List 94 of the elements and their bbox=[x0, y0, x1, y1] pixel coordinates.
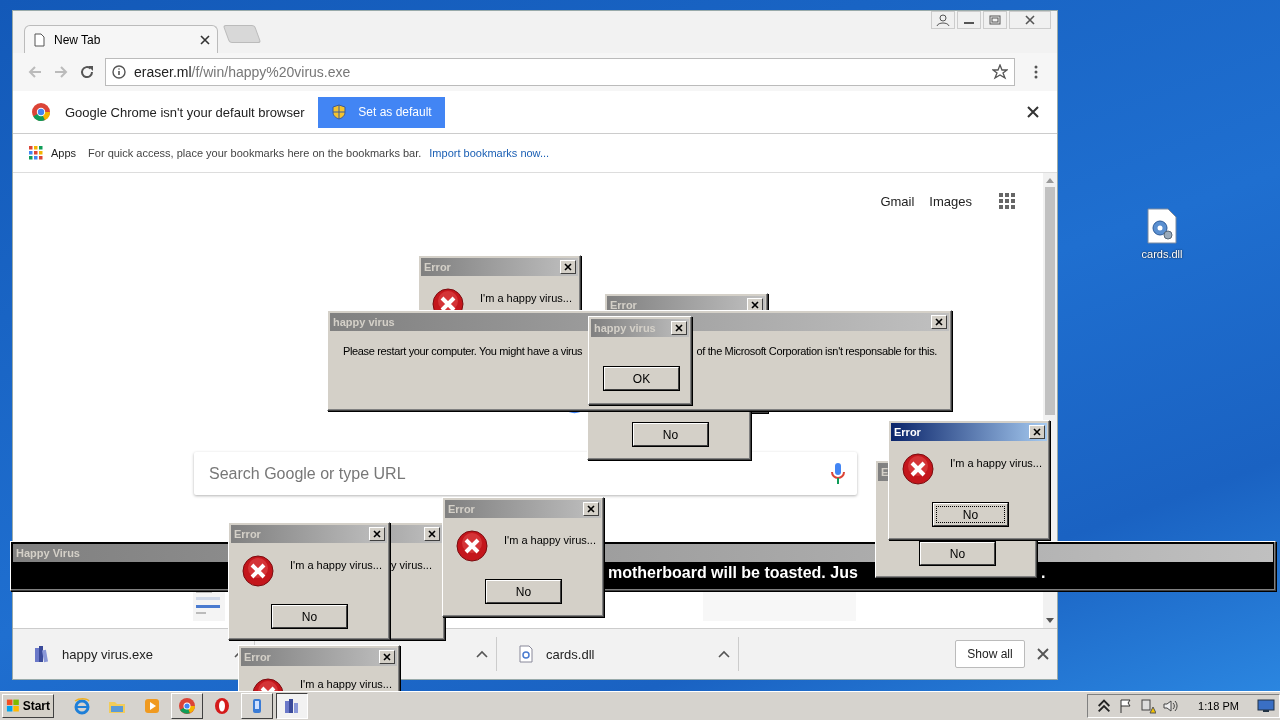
set-default-button[interactable]: Set as default bbox=[318, 96, 446, 128]
reload-icon[interactable] bbox=[79, 64, 95, 80]
window-title: Error bbox=[234, 528, 261, 540]
error-icon bbox=[242, 555, 274, 587]
close-icon[interactable] bbox=[1027, 106, 1039, 118]
address-bar[interactable]: eraser.ml/f/win/happy%20virus.exe bbox=[105, 58, 1015, 86]
window-title: E bbox=[881, 466, 889, 478]
window-title: Happy Virus bbox=[16, 547, 80, 559]
show-all-button[interactable]: Show all bbox=[955, 640, 1025, 668]
close-button[interactable] bbox=[379, 650, 395, 664]
message-text: I'm a happy virus... bbox=[480, 292, 572, 304]
info-icon[interactable] bbox=[112, 65, 126, 79]
dialog-button[interactable]: No bbox=[920, 542, 995, 565]
dialog-button[interactable]: No bbox=[272, 605, 347, 628]
dialog-button[interactable]: No bbox=[633, 423, 708, 446]
taskbar-app[interactable] bbox=[276, 693, 308, 719]
download-name[interactable]: happy virus.exe bbox=[62, 646, 222, 662]
play-icon bbox=[143, 697, 161, 715]
clock[interactable]: 1:18 PM bbox=[1198, 700, 1239, 712]
close-button[interactable] bbox=[369, 527, 385, 541]
message-text: I'm a happy virus... bbox=[290, 559, 382, 571]
close-icon[interactable] bbox=[675, 324, 683, 332]
microphone-icon[interactable] bbox=[831, 461, 845, 486]
star-icon[interactable] bbox=[992, 64, 1008, 80]
icon-label[interactable]: cards.dll bbox=[1141, 248, 1183, 260]
dialog-button[interactable]: OK bbox=[604, 367, 679, 390]
shield-icon bbox=[332, 104, 347, 120]
message-text: I'm a happy virus... bbox=[950, 457, 1042, 469]
window-title: happy virus bbox=[594, 322, 656, 334]
user-icon[interactable] bbox=[931, 11, 955, 29]
close-icon[interactable] bbox=[200, 34, 210, 45]
message-text: Please restart your computer. You might have a virus bbox=[343, 345, 583, 357]
show-hidden-icons-icon[interactable] bbox=[1096, 698, 1113, 714]
download-name[interactable]: cards.dll bbox=[546, 646, 706, 662]
error-icon bbox=[456, 530, 488, 562]
menu-icon[interactable] bbox=[1033, 64, 1039, 80]
close-button[interactable] bbox=[931, 315, 947, 329]
globe-icon bbox=[73, 697, 91, 715]
speaker-icon[interactable] bbox=[1162, 698, 1179, 714]
bookmarks-hint: For quick access, place your bookmarks here on the bookmarks bar. bbox=[88, 147, 422, 159]
message-text: I'm a happy virus... bbox=[504, 534, 596, 546]
close-button[interactable] bbox=[583, 502, 599, 516]
dialog-button[interactable]: No bbox=[933, 503, 1008, 526]
close-button[interactable] bbox=[560, 260, 576, 274]
close-icon[interactable] bbox=[373, 530, 381, 538]
caret-icon[interactable] bbox=[718, 650, 730, 658]
apps-icon[interactable] bbox=[29, 146, 43, 160]
books-icon bbox=[34, 645, 50, 663]
close-icon[interactable] bbox=[751, 301, 759, 309]
message-text: . bbox=[1041, 564, 1046, 582]
error-icon bbox=[902, 453, 934, 485]
window-title: Error bbox=[610, 299, 637, 311]
scroll-down-icon[interactable] bbox=[1046, 618, 1054, 624]
close-button[interactable] bbox=[424, 527, 440, 541]
infobar-message: Google Chrome isn't your default browser bbox=[65, 104, 305, 120]
caret-icon[interactable] bbox=[476, 650, 488, 658]
close-icon[interactable] bbox=[383, 653, 391, 661]
books-icon bbox=[283, 697, 301, 715]
window-title: Error bbox=[424, 261, 451, 273]
minimize-icon[interactable] bbox=[957, 11, 981, 29]
close-icon[interactable] bbox=[587, 505, 595, 513]
message-text: motherboard will be toasted. Jus bbox=[608, 564, 858, 582]
close-button[interactable] bbox=[1029, 425, 1045, 439]
close-icon[interactable] bbox=[935, 318, 943, 326]
window-title: Error bbox=[244, 651, 271, 663]
browser-logo bbox=[31, 102, 51, 122]
network-warning-icon[interactable] bbox=[1140, 698, 1157, 714]
header-link[interactable]: Gmail bbox=[880, 193, 915, 209]
search-field[interactable]: Search Google or type URL bbox=[207, 463, 831, 484]
header-link[interactable]: Images bbox=[929, 193, 972, 209]
browser-logo bbox=[178, 697, 196, 715]
start-button[interactable]: Start bbox=[2, 694, 54, 718]
close-icon[interactable] bbox=[564, 263, 572, 271]
windows-logo-icon bbox=[6, 698, 21, 714]
o-logo-icon bbox=[213, 697, 231, 715]
apps-link[interactable]: Apps bbox=[51, 147, 77, 159]
monitor-icon[interactable] bbox=[1257, 699, 1275, 713]
window-title: Error bbox=[448, 503, 475, 515]
file-icon bbox=[518, 645, 534, 663]
close-icon[interactable] bbox=[428, 530, 436, 538]
close-icon[interactable] bbox=[1037, 648, 1049, 660]
dialog-button[interactable]: No bbox=[486, 580, 561, 603]
apps-grid-icon[interactable] bbox=[999, 193, 1015, 209]
message-text: y virus... bbox=[391, 559, 432, 571]
import-bookmarks-link[interactable]: Import bookmarks now... bbox=[429, 147, 550, 159]
window-title: happy virus bbox=[333, 316, 395, 328]
message-text: I'm a happy virus... bbox=[300, 678, 392, 690]
message-text: of the Microsoft Corporation isn't responsable for this. bbox=[696, 345, 937, 357]
close-icon[interactable] bbox=[1033, 428, 1041, 436]
file-icon[interactable] bbox=[1145, 208, 1179, 244]
window-title: Error bbox=[894, 426, 921, 438]
browser-tab[interactable]: New Tab bbox=[24, 25, 218, 53]
close-button[interactable] bbox=[671, 321, 687, 335]
page-icon bbox=[32, 32, 46, 47]
